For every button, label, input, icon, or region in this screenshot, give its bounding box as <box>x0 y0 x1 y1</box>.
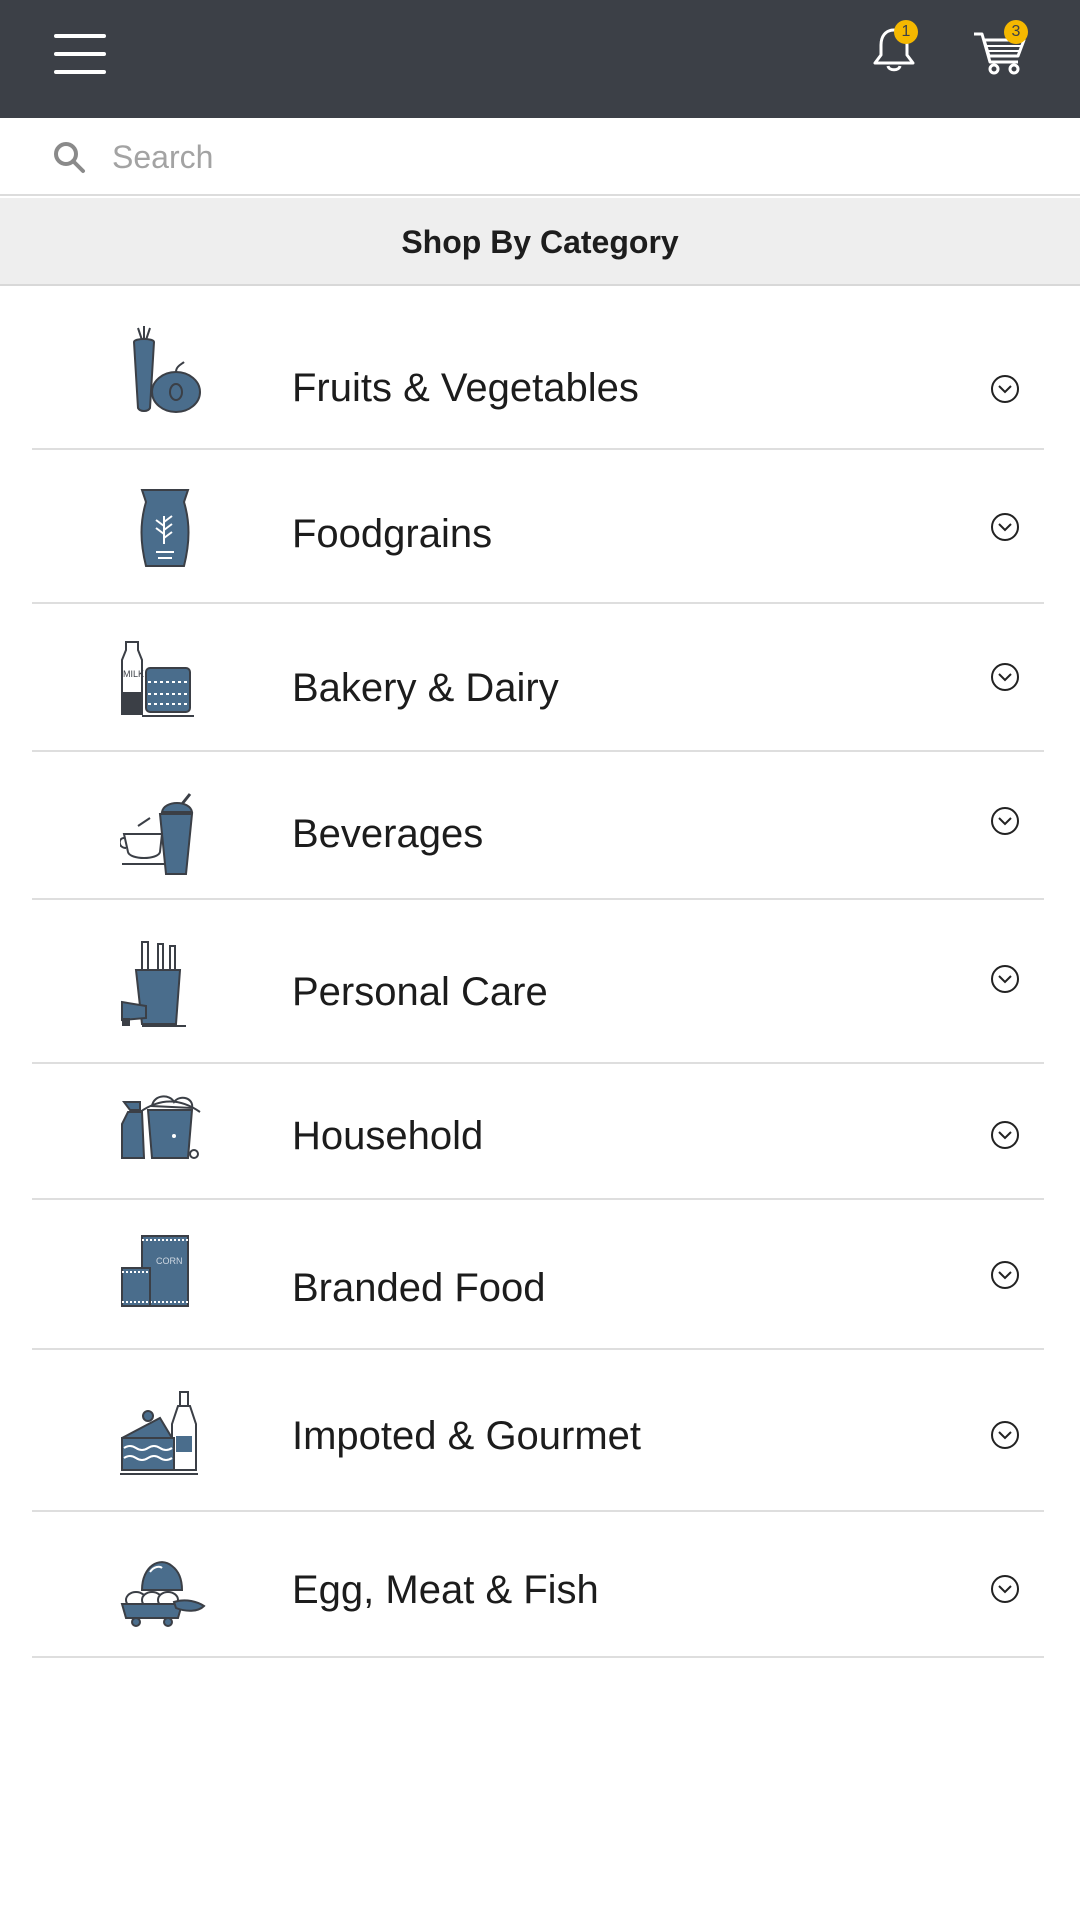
egg-meat-fish-icon <box>120 1561 206 1627</box>
category-item-personal-care[interactable]: Personal Care <box>32 900 1044 1064</box>
chevron-down-icon[interactable] <box>990 806 1020 836</box>
category-item-imported-gourmet[interactable]: Impoted & Gourmet <box>32 1350 1044 1512</box>
milk-label-text: MILK <box>123 669 144 679</box>
beverages-icon <box>120 793 194 875</box>
chevron-down-icon[interactable] <box>990 1260 1020 1290</box>
hamburger-menu-icon[interactable] <box>54 34 106 74</box>
search-bar <box>0 118 1080 196</box>
category-label: Beverages <box>292 812 484 856</box>
app-bar: 1 3 <box>0 0 1080 118</box>
chevron-down-icon[interactable] <box>990 964 1020 994</box>
category-label: Fruits & Vegetables <box>292 366 639 410</box>
category-label: Bakery & Dairy <box>292 666 559 710</box>
category-item-beverages[interactable]: Beverages <box>32 752 1044 900</box>
chevron-down-icon[interactable] <box>990 512 1020 542</box>
category-item-bakery-dairy[interactable]: MILK Bakery & Dairy <box>32 604 1044 752</box>
branded-food-icon: CORN <box>121 1235 189 1307</box>
category-label: Egg, Meat & Fish <box>292 1568 599 1612</box>
category-label: Impoted & Gourmet <box>292 1414 642 1458</box>
chevron-down-icon[interactable] <box>990 374 1020 404</box>
corn-label-text: CORN <box>156 1256 183 1266</box>
chevron-down-icon[interactable] <box>990 1420 1020 1450</box>
notification-count-badge: 1 <box>894 20 918 44</box>
chevron-down-icon[interactable] <box>990 662 1020 692</box>
fruits-vegetables-icon <box>132 326 201 413</box>
imported-gourmet-icon <box>120 1391 198 1475</box>
search-input[interactable] <box>112 130 1032 184</box>
category-list: Fruits & Vegetables Foodgrains MILK Bake… <box>32 288 1044 1658</box>
category-label: Foodgrains <box>292 512 493 556</box>
cart-count-badge: 3 <box>1004 20 1028 44</box>
category-item-egg-meat-fish[interactable]: Egg, Meat & Fish <box>32 1512 1044 1658</box>
personal-care-icon <box>121 941 186 1027</box>
category-item-branded-food[interactable]: CORN Branded Food <box>32 1200 1044 1350</box>
search-icon <box>54 142 85 173</box>
bakery-dairy-icon: MILK <box>121 641 194 717</box>
notifications-button[interactable]: 1 <box>866 20 922 78</box>
foodgrains-sack-icon <box>140 489 190 567</box>
category-item-household[interactable]: Household <box>32 1064 1044 1200</box>
chevron-down-icon[interactable] <box>990 1120 1020 1150</box>
category-item-foodgrains[interactable]: Foodgrains <box>32 450 1044 604</box>
category-label: Personal Care <box>292 970 548 1014</box>
category-label: Household <box>292 1114 484 1158</box>
category-item-fruits-vegetables[interactable]: Fruits & Vegetables <box>32 288 1044 450</box>
chevron-down-icon[interactable] <box>990 1574 1020 1604</box>
category-label: Branded Food <box>292 1266 546 1310</box>
household-icon <box>121 1095 201 1159</box>
section-title: Shop By Category <box>0 198 1080 286</box>
cart-button[interactable]: 3 <box>970 20 1032 78</box>
